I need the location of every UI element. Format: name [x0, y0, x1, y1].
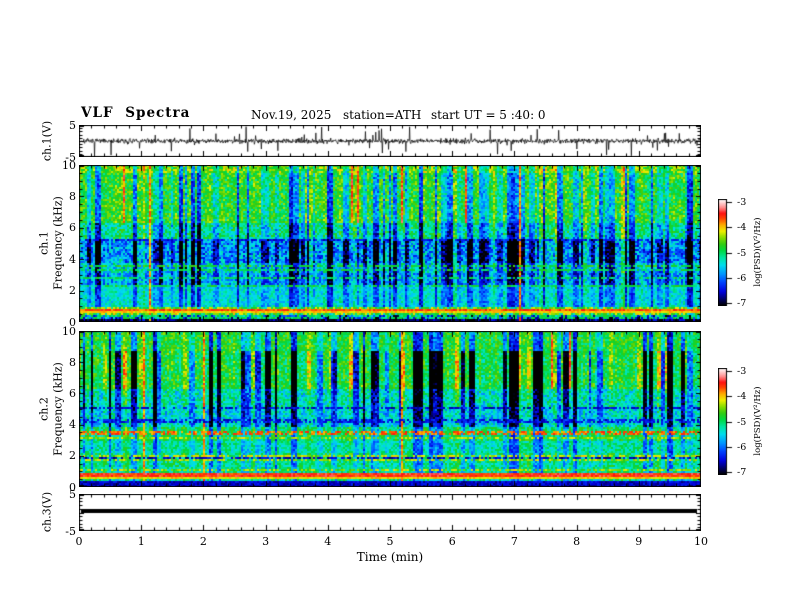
y-tick-label: 4 [69, 418, 76, 432]
ch2-frequency-axis-label: Frequency (kHz) [51, 362, 65, 456]
figure-date: Nov.19, 2025 [251, 108, 332, 122]
colorbar-tick-label: -5 [737, 416, 747, 428]
x-tick-label: 4 [324, 535, 332, 548]
figure-title: VLF Spectra [81, 105, 191, 121]
x-tick-label: 8 [573, 535, 581, 548]
y-tick-label: 5 [69, 118, 76, 132]
ch2-colorbar [718, 368, 736, 475]
y-tick-label: 10 [62, 158, 76, 172]
ch1-spectrogram-panel [79, 165, 701, 322]
colorbar-tick-label: -7 [737, 467, 747, 478]
y-tick-label: 8 [69, 189, 76, 203]
x-tick-label: 5 [386, 535, 394, 548]
x-tick-label: 6 [448, 535, 456, 548]
colorbar-tick-label: -3 [737, 197, 747, 208]
y-tick-label: 2 [69, 284, 76, 298]
ch1-waveform-panel [79, 125, 701, 157]
colorbar-tick-label: -7 [737, 298, 747, 309]
y-tick-label: 6 [69, 386, 76, 400]
x-tick-label: 10 [694, 535, 708, 548]
x-tick-label: 0 [75, 535, 83, 548]
figure-start-ut: start UT = 5 :40: 0 [431, 108, 546, 122]
ch3-waveform-panel [79, 494, 701, 531]
x-tick-label: 7 [510, 535, 518, 548]
y-tick-label: 2 [69, 449, 76, 463]
y-tick-label: 4 [69, 252, 76, 266]
vlf-spectra-figure: VLF Spectra Nov.19, 2025 station=ATH sta… [0, 0, 792, 612]
ch2-spectrogram-panel [79, 331, 701, 487]
colorbar-tick-label: -3 [737, 366, 747, 377]
ch1-spectrogram-channel-label: ch.1 [37, 231, 51, 255]
ch1-colorbar-label: log(PSD)(V²/Hz) [753, 217, 763, 287]
x-tick-label: 3 [262, 535, 270, 548]
x-tick-label: 2 [199, 535, 207, 548]
y-tick-label: 0 [69, 480, 76, 494]
figure-station: station=ATH [343, 108, 422, 122]
colorbar-tick-label: -4 [737, 391, 747, 403]
y-tick-label: 8 [69, 355, 76, 369]
ch1-colorbar [718, 199, 736, 306]
y-tick-label: 6 [69, 221, 76, 235]
colorbar-tick-label: -6 [737, 272, 747, 284]
x-tick-label: 1 [137, 535, 145, 548]
time-axis-label: Time (min) [356, 550, 424, 564]
colorbar-tick-label: -6 [737, 441, 747, 453]
ch2-colorbar-label: log(PSD)(V²/Hz) [753, 386, 763, 456]
colorbar-tick-label: -4 [737, 222, 747, 234]
x-tick-label: 9 [635, 535, 643, 548]
colorbar-tick-label: -5 [737, 247, 747, 259]
ch1-frequency-axis-label: Frequency (kHz) [51, 196, 65, 290]
y-tick-label: 10 [62, 324, 76, 338]
